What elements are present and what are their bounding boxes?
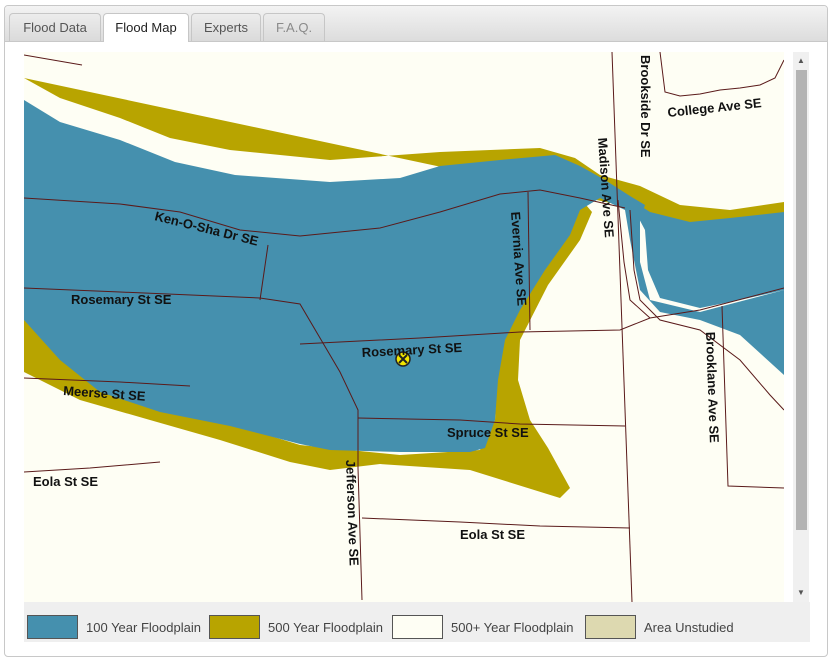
scroll-down-arrow-icon[interactable]: ▼	[793, 586, 809, 600]
map-scrollbar[interactable]: ▲ ▼	[793, 52, 809, 602]
flood-map[interactable]: Brookside Dr SE College Ave SE Madison A…	[24, 52, 784, 602]
tab-bar: Flood Data Flood Map Experts F.A.Q.	[5, 6, 827, 42]
map-legend: 100 Year Floodplain 500 Year Floodplain …	[24, 602, 810, 642]
tab-flood-map[interactable]: Flood Map	[103, 13, 189, 42]
legend-item-100-year: 100 Year Floodplain	[27, 615, 201, 639]
legend-swatch	[27, 615, 78, 639]
street-label-eola-st-south: Eola St SE	[460, 527, 525, 542]
tab-flood-data[interactable]: Flood Data	[9, 13, 101, 41]
street-label-brookside-dr: Brookside Dr SE	[638, 55, 653, 158]
tab-experts[interactable]: Experts	[191, 13, 261, 41]
street-label-jefferson-ave: Jefferson Ave SE	[343, 460, 362, 567]
street-label-eola-st-west: Eola St SE	[33, 474, 98, 489]
legend-label: Area Unstudied	[644, 619, 734, 635]
legend-swatch	[392, 615, 443, 639]
legend-label: 500+ Year Floodplain	[451, 619, 574, 635]
street-label-brooklane-ave: Brooklane Ave SE	[703, 332, 722, 444]
legend-swatch	[209, 615, 260, 639]
legend-label: 100 Year Floodplain	[86, 619, 201, 635]
street-label-rosemary-st-west: Rosemary St SE	[71, 292, 172, 307]
legend-item-area-unstudied: Area Unstudied	[585, 615, 734, 639]
street-label-spruce-st: Spruce St SE	[447, 425, 529, 440]
tab-faq[interactable]: F.A.Q.	[263, 13, 325, 41]
scroll-up-arrow-icon[interactable]: ▲	[793, 54, 809, 68]
legend-label: 500 Year Floodplain	[268, 619, 383, 635]
legend-item-500-plus-year: 500+ Year Floodplain	[392, 615, 574, 639]
street-label-college-ave: College Ave SE	[667, 95, 763, 120]
legend-swatch	[585, 615, 636, 639]
legend-item-500-year: 500 Year Floodplain	[209, 615, 383, 639]
scrollbar-thumb[interactable]	[796, 70, 807, 530]
